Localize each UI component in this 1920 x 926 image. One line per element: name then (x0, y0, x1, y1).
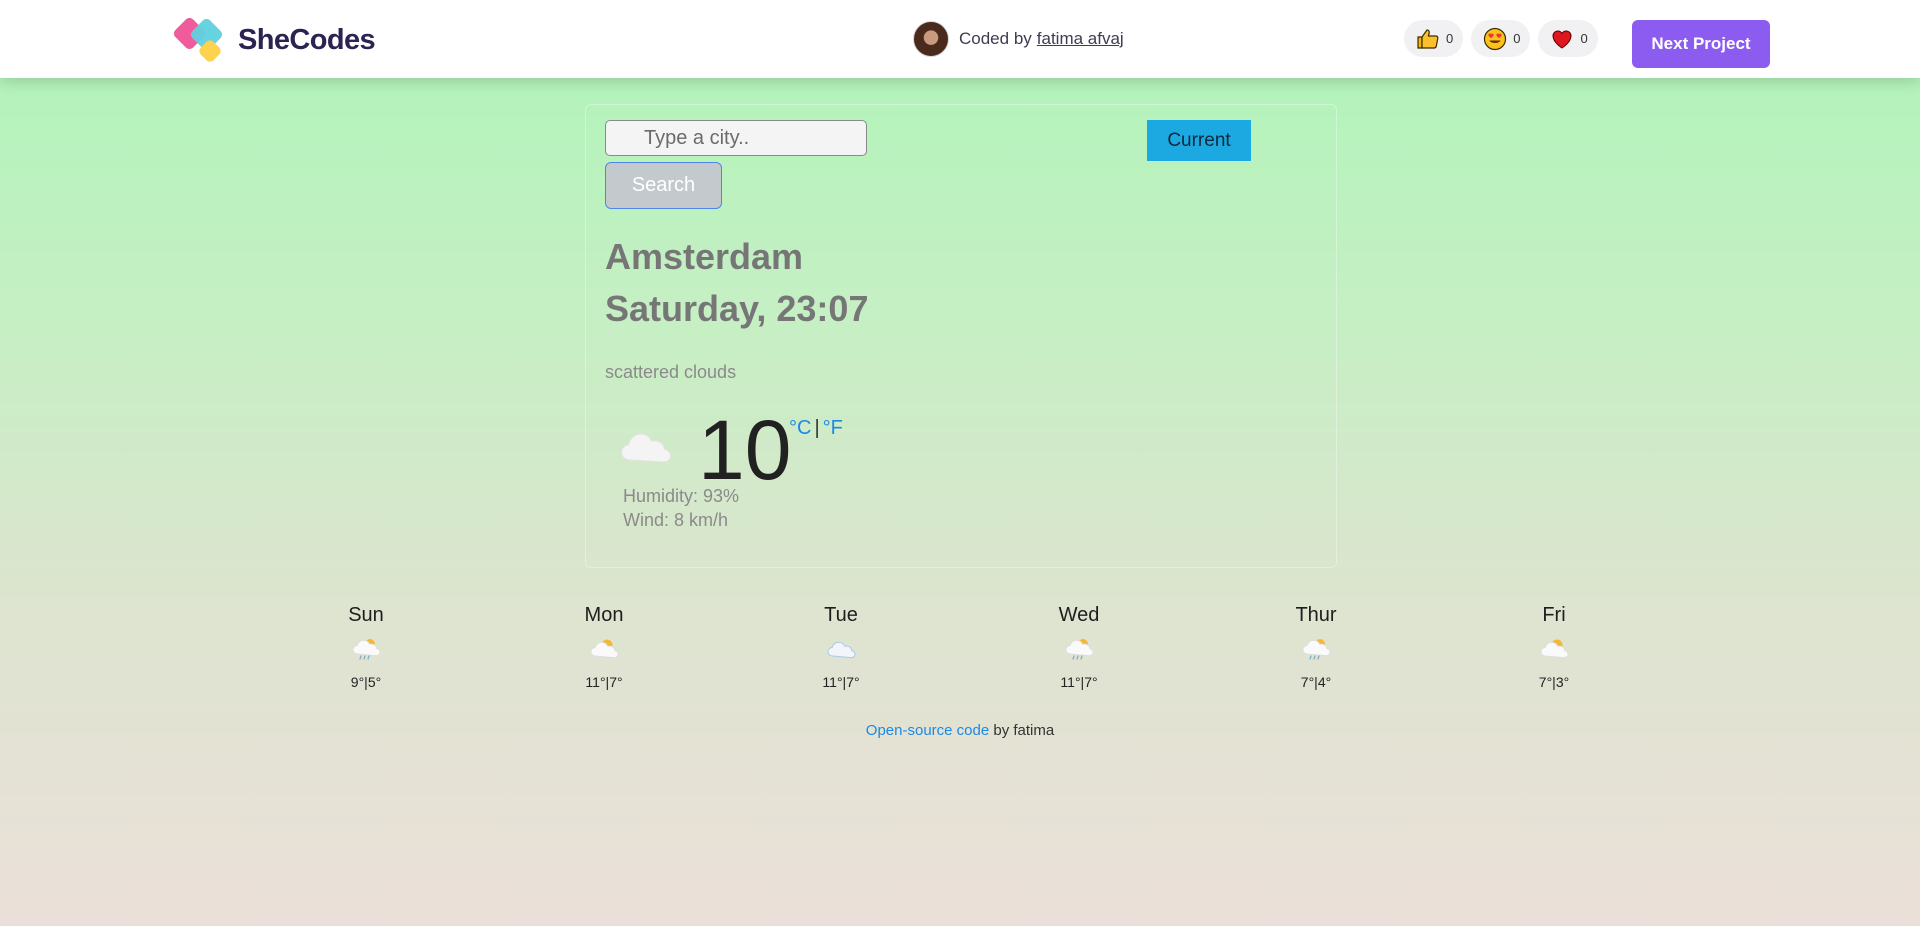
forecast-day: Mon 11°|7° (544, 602, 664, 690)
brand-name: SheCodes (238, 23, 376, 56)
forecast-day: Sun 9°|5° (306, 602, 426, 690)
current-location-button[interactable]: Current (1147, 120, 1251, 161)
forecast-temps: 7°|3° (1538, 674, 1570, 690)
forecast-day-name: Thur (1295, 604, 1337, 626)
rain-cloud-icon (352, 639, 381, 660)
wind-speed: Wind: 8 km/h (623, 510, 729, 530)
fahrenheit-link[interactable]: °F (823, 417, 843, 439)
coded-by: Coded by fatima afvaj (913, 21, 1124, 57)
shecodes-logo-icon (171, 12, 234, 68)
reactions: 0 0 0 (1404, 20, 1606, 57)
forecast-day-name: Fri (1542, 604, 1566, 626)
author-avatar (913, 21, 949, 57)
heart-eyes-icon (1484, 27, 1507, 50)
weather-description: scattered clouds (605, 362, 737, 382)
forecast-temps: 11°|7° (585, 674, 623, 690)
date-time: Saturday, 23:07 (605, 288, 869, 329)
reaction-count: 0 (1580, 31, 1588, 46)
sun-cloud-icon (590, 639, 619, 659)
reaction-heart[interactable]: 0 (1538, 20, 1598, 57)
unit-toggle: °C | °F (789, 417, 843, 440)
forecast-day-name: Mon (584, 604, 624, 626)
celsius-link[interactable]: °C (789, 417, 811, 439)
author-link[interactable]: fatima afvaj (1037, 29, 1124, 49)
reaction-count: 0 (1513, 31, 1521, 46)
forecast-day-name: Sun (348, 604, 384, 626)
shecodes-logo[interactable]: SheCodes (171, 12, 376, 68)
forecast-day: Thur 7°|4° (1256, 602, 1376, 690)
open-source-link[interactable]: Open-source code (866, 722, 989, 739)
next-project-button[interactable]: Next Project (1632, 20, 1770, 68)
forecast-temps: 11°|7° (822, 674, 860, 690)
footer-credit: by fatima (993, 722, 1055, 739)
rain-cloud-icon (1065, 639, 1094, 660)
reaction-heart-eyes[interactable]: 0 (1471, 20, 1531, 57)
forecast-temps: 9°|5° (350, 674, 382, 690)
cloud-icon (827, 641, 856, 659)
forecast-day: Tue 11°|7° (781, 602, 901, 690)
search-button[interactable]: Search (605, 162, 722, 209)
cloud-icon (620, 433, 672, 462)
unit-separator: | (814, 417, 820, 439)
forecast-day: Wed 11°|7° (1019, 602, 1139, 690)
forecast-temps: 11°|7° (1060, 674, 1098, 690)
forecast-day-name: Tue (824, 604, 858, 626)
rain-cloud-icon (1302, 639, 1331, 660)
heart-icon (1552, 29, 1572, 49)
footer: Open-source code by fatima (0, 722, 1920, 739)
forecast-day-name: Wed (1058, 604, 1100, 626)
coded-by-label: Coded by (959, 29, 1032, 48)
top-bar: SheCodes Coded by fatima afvaj 0 0 0 Nex… (0, 0, 1920, 78)
city-search-input[interactable] (605, 120, 867, 156)
current-temperature: 10 (698, 403, 792, 497)
sun-cloud-icon (1540, 639, 1569, 659)
reaction-count: 0 (1446, 31, 1454, 46)
humidity: Humidity: 93% (623, 486, 740, 506)
city-name: Amsterdam (605, 236, 804, 277)
thumbs-up-icon (1417, 28, 1439, 49)
reaction-thumbs-up[interactable]: 0 (1404, 20, 1464, 57)
forecast-day: Fri 7°|3° (1494, 602, 1614, 690)
forecast-temps: 7°|4° (1300, 674, 1332, 690)
